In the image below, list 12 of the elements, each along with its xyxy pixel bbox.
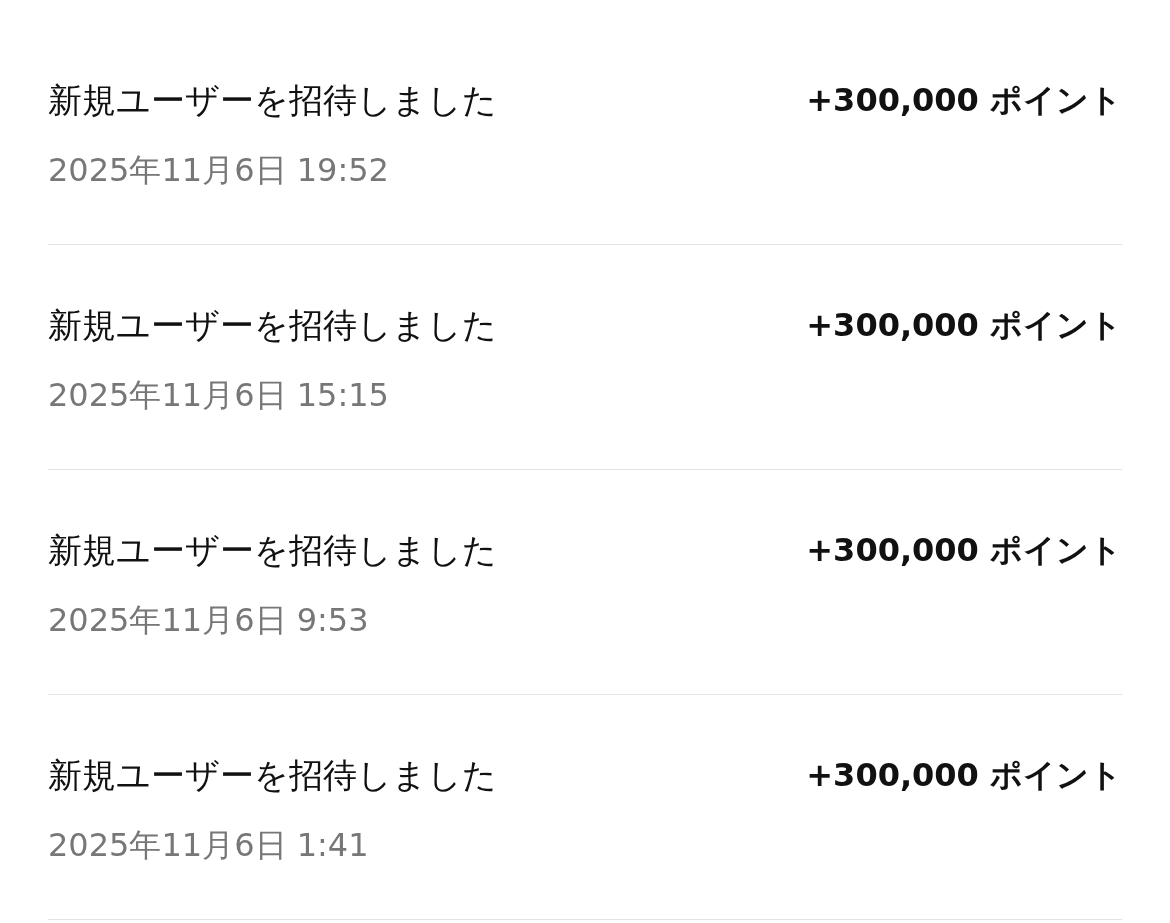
history-title: 新規ユーザーを招待しました xyxy=(48,529,497,572)
history-date: 2025年11月6日 15:15 xyxy=(48,375,389,416)
points-amount: +300,000 ポイント xyxy=(806,530,1122,571)
history-date: 2025年11月6日 19:52 xyxy=(48,150,389,191)
history-title: 新規ユーザーを招待しました xyxy=(48,304,497,347)
history-title: 新規ユーザーを招待しました xyxy=(48,754,497,797)
points-amount: +300,000 ポイント xyxy=(806,755,1122,796)
history-date: 2025年11月6日 9:53 xyxy=(48,600,369,641)
points-amount: +300,000 ポイント xyxy=(806,80,1122,121)
history-date: 2025年11月6日 1:41 xyxy=(48,825,369,866)
points-amount: +300,000 ポイント xyxy=(806,305,1122,346)
history-title: 新規ユーザーを招待しました xyxy=(48,79,497,122)
